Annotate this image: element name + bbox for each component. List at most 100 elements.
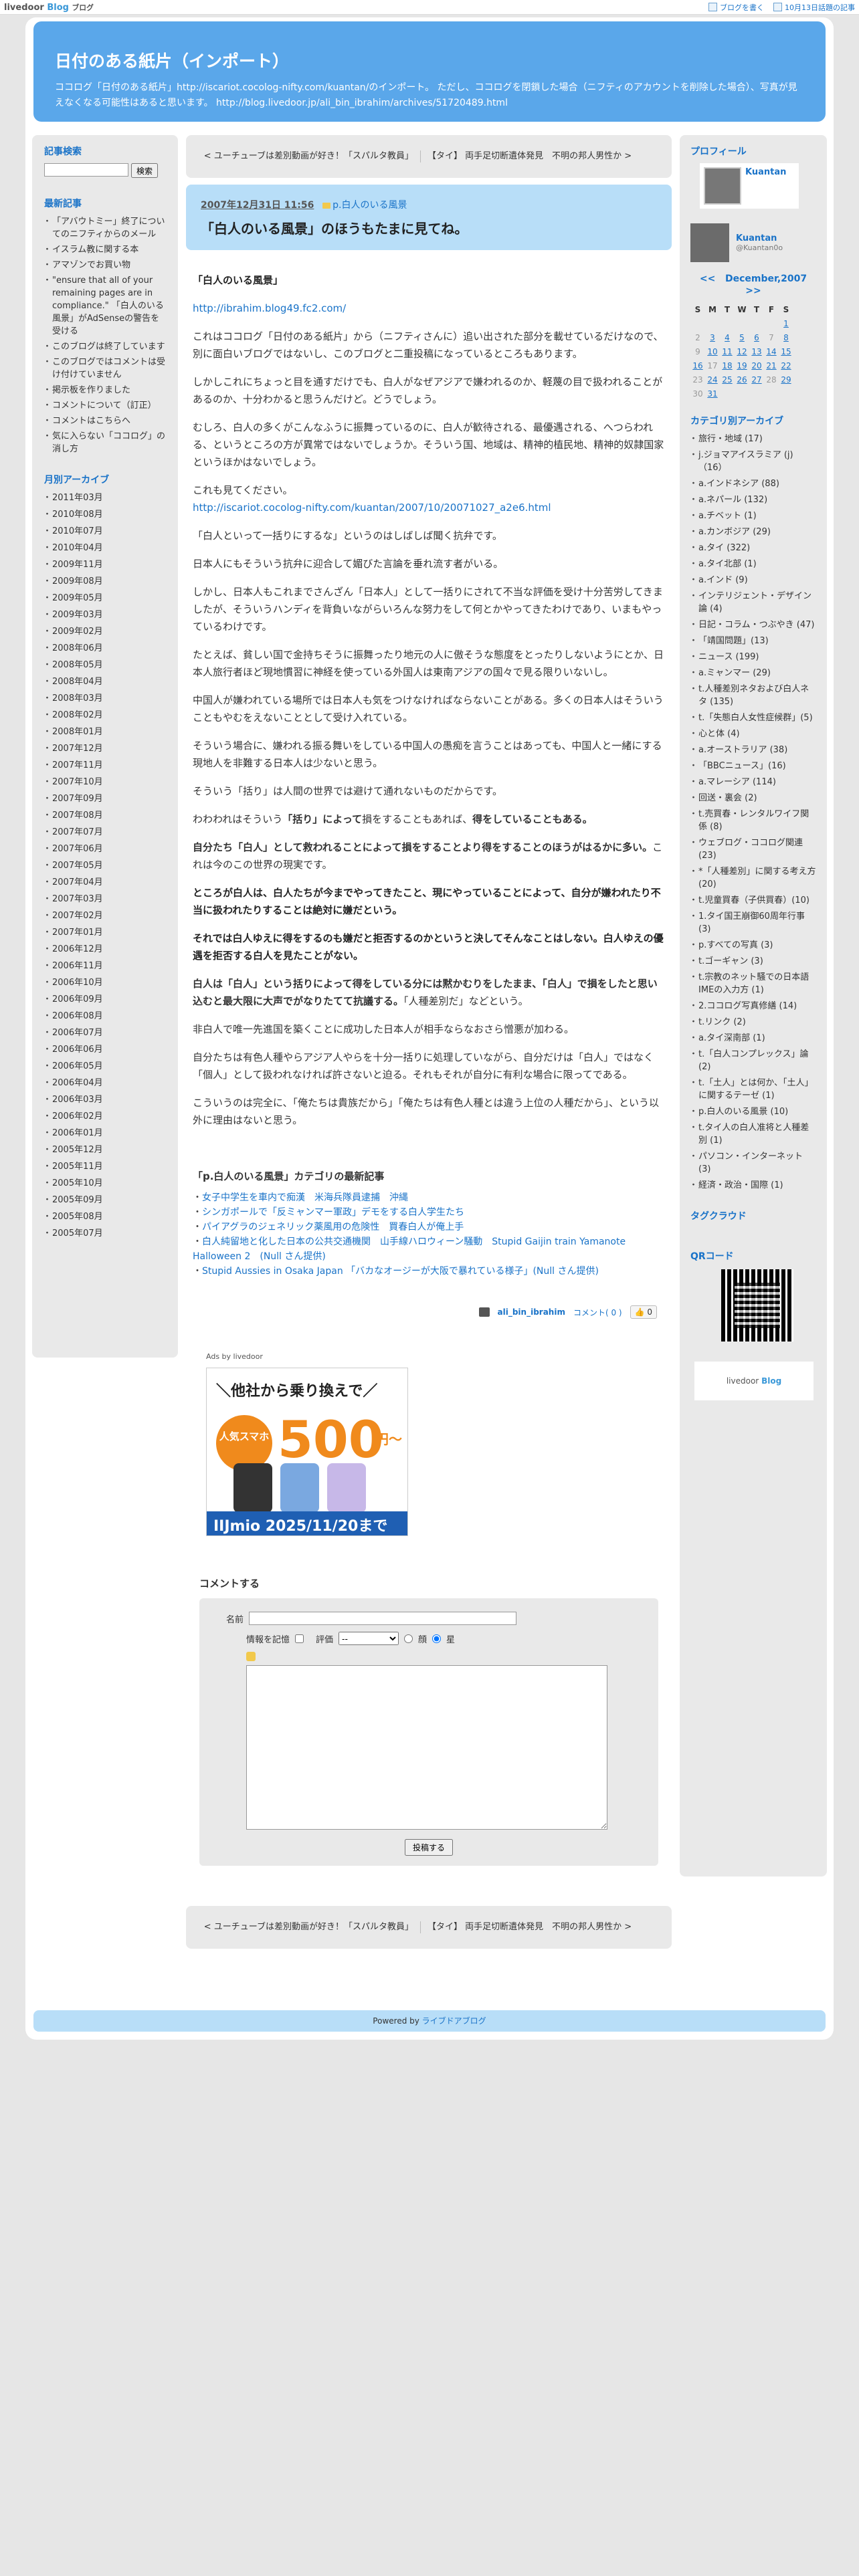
calendar-day[interactable]: 8 [779,330,793,344]
calendar-day[interactable]: 5 [735,330,749,344]
category-item[interactable]: t.児童買春（子供買春）(10) [689,894,816,907]
recent-post-item[interactable]: 掲示板を作りました [43,384,166,397]
recent-post-item[interactable]: "ensure that all of your remaining pages… [43,274,166,338]
category-item[interactable]: t.「土人」とは何か、「土人」に関するテーゼ (1) [689,1077,816,1102]
category-item[interactable]: a.ネパール (132) [689,494,816,506]
category-item[interactable]: パソコン・インターネット (3) [689,1150,816,1176]
archive-item[interactable]: 2006年02月 [43,1110,166,1123]
archive-item[interactable]: 2008年06月 [43,642,166,655]
calendar-day[interactable]: 24 [705,372,720,387]
livedoor-logo[interactable]: livedoor Blog ブログ [4,2,94,13]
prev-post-link[interactable]: < ユーチューブは差別動画が好き！「スパルタ教員」 [193,150,420,163]
recent-post-item[interactable]: このブログは終了しています [43,340,166,353]
archive-item[interactable]: 2006年08月 [43,1010,166,1023]
category-item[interactable]: a.タイ (322) [689,542,816,554]
category-item[interactable]: 回送・裏会 (2) [689,792,816,804]
category-item[interactable]: ニュース (199) [689,651,816,663]
star-radio[interactable] [432,1634,442,1643]
emoji-icon[interactable] [246,1652,256,1661]
livedoor-blog-badge[interactable]: livedoor Blog [694,1362,814,1400]
archive-item[interactable]: 2008年04月 [43,675,166,688]
comment-textarea[interactable] [246,1665,607,1830]
calendar-day[interactable]: 26 [735,372,749,387]
post-category[interactable]: p.白人のいる風景 [322,200,407,211]
category-item[interactable]: 日記・コラム・つぶやき (47) [689,619,816,631]
category-recent-item[interactable]: 女子中学生を車内で痴漢 米海兵隊員逮捕 沖縄 [193,1190,665,1205]
archive-item[interactable]: 2008年05月 [43,659,166,671]
category-item[interactable]: 1.タイ国王崩御60周年行事 (3) [689,910,816,936]
write-blog-link[interactable]: ブログを書く [708,2,764,13]
livedoor-blog-link[interactable]: ライブドアブログ [422,2016,486,2026]
archive-item[interactable]: 2009年02月 [43,625,166,638]
category-item[interactable]: インテリジェント・デザイン論 (4) [689,590,816,615]
archive-item[interactable]: 2010年08月 [43,508,166,521]
search-button[interactable]: 検索 [131,163,159,178]
category-item[interactable]: t.人種差別ネタおよび白人ネタ (135) [689,683,816,708]
archive-item[interactable]: 2005年09月 [43,1194,166,1206]
calendar-day[interactable]: 14 [764,344,779,358]
category-item[interactable]: a.インド (9) [689,574,816,586]
face-radio[interactable] [404,1634,413,1643]
archive-item[interactable]: 2010年07月 [43,525,166,538]
category-item[interactable]: t.ゴーギャン (3) [689,955,816,968]
name-input[interactable] [249,1612,517,1625]
archive-item[interactable]: 2006年10月 [43,976,166,989]
archive-item[interactable]: 2006年09月 [43,993,166,1006]
category-item[interactable]: a.オーストラリア (38) [689,744,816,756]
category-item[interactable]: a.タイ北部 (1) [689,558,816,570]
archive-item[interactable]: 2006年03月 [43,1093,166,1106]
archive-item[interactable]: 2011年03月 [43,492,166,504]
category-item[interactable]: ウェブログ・ココログ関連 (23) [689,837,816,862]
archive-item[interactable]: 2005年11月 [43,1160,166,1173]
recent-post-item[interactable]: 気に入らない「ココログ」の消し方 [43,430,166,455]
calendar-day[interactable]: 6 [749,330,764,344]
archive-item[interactable]: 2007年09月 [43,792,166,805]
calendar-day[interactable]: 15 [779,344,793,358]
latest-topics-link[interactable]: 10月13日話題の記事 [773,2,855,13]
calendar-day[interactable]: 19 [735,358,749,372]
category-item[interactable]: t.タイ人の白人准将と人種差別 (1) [689,1121,816,1147]
archive-item[interactable]: 2005年07月 [43,1227,166,1240]
recent-post-item[interactable]: このブログではコメントは受け付けていません [43,356,166,381]
archive-item[interactable]: 2008年01月 [43,726,166,738]
recent-post-item[interactable]: 「アバウトミー」終了についてのニフティからのメール [43,215,166,241]
category-item[interactable]: j.ジョマアイスラミア (j)（16） [689,449,816,474]
calendar-day[interactable]: 20 [749,358,764,372]
calendar-day[interactable]: 21 [764,358,779,372]
calendar-day[interactable]: 1 [779,316,793,330]
like-button[interactable]: 👍 0 [630,1305,657,1319]
remember-checkbox[interactable] [295,1634,304,1643]
calendar-prev[interactable]: << [700,274,715,284]
category-item[interactable]: t.宗教のネット騒での日本語IMEの入力方 (1) [689,971,816,996]
archive-item[interactable]: 2007年07月 [43,826,166,839]
calendar-day[interactable]: 10 [705,344,720,358]
archive-item[interactable]: 2007年04月 [43,876,166,889]
category-item[interactable]: a.カンボジア (29) [689,526,816,538]
calendar-day[interactable]: 31 [705,387,720,401]
cocolog-link[interactable]: http://iscariot.cocolog-nifty.com/kuanta… [193,502,551,514]
archive-item[interactable]: 2005年08月 [43,1210,166,1223]
category-item[interactable]: a.インドネシア (88) [689,477,816,490]
recent-post-item[interactable]: イスラム教に関する本 [43,243,166,256]
archive-item[interactable]: 2010年04月 [43,542,166,554]
category-item[interactable]: 経済・政治・国際 (1) [689,1179,816,1192]
category-item[interactable]: p.白人のいる風景 (10) [689,1105,816,1118]
profile-card[interactable]: Kuantan [700,163,799,209]
category-item[interactable]: t.リンク (2) [689,1016,816,1029]
archive-item[interactable]: 2009年08月 [43,575,166,588]
archive-item[interactable]: 2007年06月 [43,843,166,855]
calendar-day[interactable]: 25 [720,372,735,387]
comments-link[interactable]: コメント( 0 ) [573,1307,622,1318]
author-link[interactable]: ali_bin_ibrahim [498,1307,565,1317]
recent-post-item[interactable]: アマゾンでお買い物 [43,259,166,272]
archive-item[interactable]: 2009年11月 [43,558,166,571]
archive-item[interactable]: 2007年01月 [43,926,166,939]
next-post-link[interactable]: 【タイ】 両手足切断遺体発見 不明の邦人男性か > [420,150,648,163]
archive-item[interactable]: 2006年04月 [43,1077,166,1089]
calendar-day[interactable]: 4 [720,330,735,344]
archive-item[interactable]: 2007年10月 [43,776,166,788]
category-item[interactable]: a.ミャンマー (29) [689,667,816,679]
calendar-day[interactable]: 22 [779,358,793,372]
category-recent-item[interactable]: Stupid Aussies in Osaka Japan 「バカなオージーが大… [193,1264,665,1279]
archive-item[interactable]: 2007年12月 [43,742,166,755]
